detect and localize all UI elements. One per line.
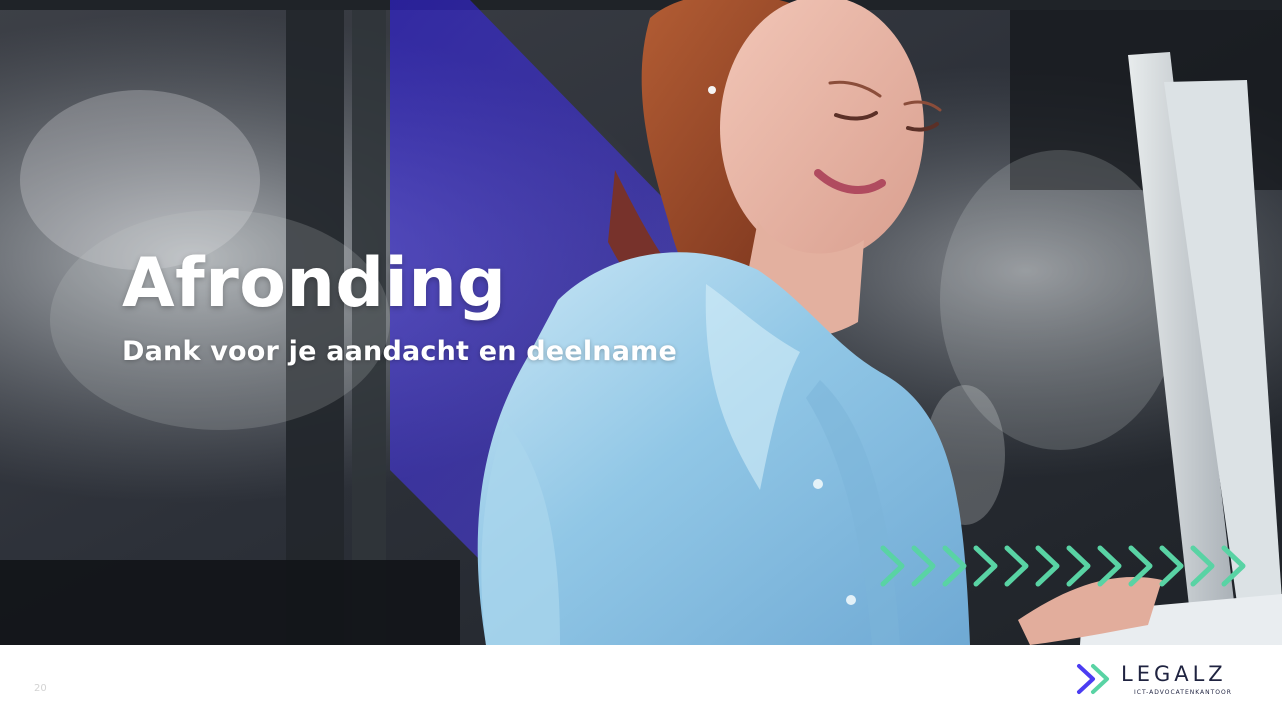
presentation-slide: Afronding Dank voor je aandacht en deeln… <box>0 0 1282 720</box>
slide-footer: 20 LEGALZ ICT-ADVOCATENKANTOOR <box>0 645 1282 720</box>
page-number: 20 <box>34 683 47 694</box>
brand-tagline: ICT-ADVOCATENKANTOOR <box>1134 689 1232 696</box>
hero-section: Afronding Dank voor je aandacht en deeln… <box>0 0 1282 645</box>
brand-name: LEGALZ <box>1121 662 1227 686</box>
chevron-row-icon <box>880 545 1246 587</box>
double-chevron-icon <box>1077 664 1109 694</box>
brand-logo: LEGALZ ICT-ADVOCATENKANTOOR <box>1076 660 1262 702</box>
slide-subtitle: Dank voor je aandacht en deelname <box>122 336 677 368</box>
title-block: Afronding Dank voor je aandacht en deeln… <box>122 248 882 367</box>
slide-title: Afronding <box>122 244 507 323</box>
